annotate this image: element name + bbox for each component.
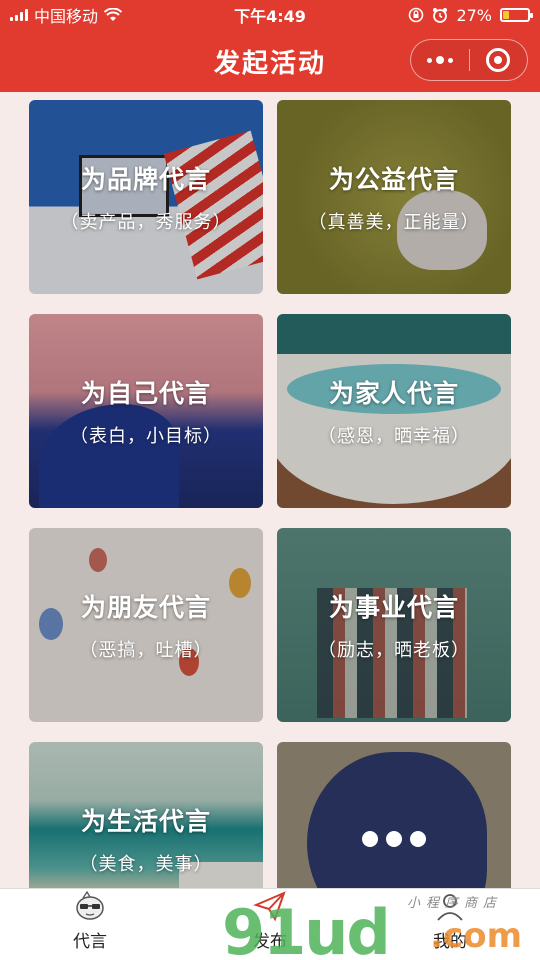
alarm-icon bbox=[433, 8, 448, 23]
mini-program-capsule bbox=[410, 39, 528, 81]
carrier-label: 中国移动 bbox=[34, 7, 99, 26]
battery-icon bbox=[500, 8, 533, 22]
tab-mine[interactable]: 我的 bbox=[360, 889, 540, 960]
card-friend[interactable]: 为朋友代言 （恶搞，吐槽） bbox=[29, 528, 263, 722]
status-left: 中国移动 bbox=[10, 3, 210, 27]
card-title: 为生活代言 bbox=[80, 807, 211, 836]
signal-icon bbox=[10, 9, 28, 21]
card-self[interactable]: 为自己代言 （表白，小目标） bbox=[29, 314, 263, 508]
card-subtitle: （恶搞，吐槽） bbox=[79, 640, 213, 661]
status-bar: 中国移动 下午4:49 27% bbox=[0, 0, 540, 30]
card-title: 为家人代言 bbox=[328, 379, 459, 408]
target-icon bbox=[486, 48, 511, 72]
close-mini-program-button[interactable] bbox=[470, 40, 528, 80]
rotation-lock-icon bbox=[409, 7, 424, 23]
tab-publish[interactable]: 发布 bbox=[180, 889, 360, 960]
card-brand[interactable]: 为品牌代言 （卖产品，秀服务） bbox=[29, 100, 263, 294]
card-subtitle: （表白，小目标） bbox=[70, 426, 222, 447]
card-life[interactable]: 为生活代言 （美食，美事） bbox=[29, 742, 263, 888]
loading-dots-icon bbox=[277, 742, 511, 888]
page-title: 发起活动 bbox=[213, 48, 326, 79]
status-right: 27% bbox=[330, 5, 533, 25]
battery-fill bbox=[503, 11, 510, 19]
more-dots-icon bbox=[426, 56, 453, 64]
card-career[interactable]: 为事业代言 （励志，晒老板） bbox=[277, 528, 511, 722]
tab-label: 代言 bbox=[73, 932, 107, 952]
tab-label: 我的 bbox=[433, 932, 467, 952]
wifi-icon bbox=[104, 8, 123, 21]
card-family[interactable]: 为家人代言 （感恩，晒幸福） bbox=[277, 314, 511, 508]
card-subtitle: （感恩，晒幸福） bbox=[318, 426, 470, 447]
card-subtitle: （卖产品，秀服务） bbox=[60, 212, 232, 233]
card-subtitle: （励志，晒老板） bbox=[318, 640, 470, 661]
tab-bar: 代言 发布 我的 bbox=[0, 888, 540, 960]
more-button[interactable] bbox=[411, 40, 469, 80]
card-title: 为公益代言 bbox=[328, 165, 459, 194]
card-title: 为朋友代言 bbox=[80, 593, 211, 622]
status-time: 下午4:49 bbox=[234, 7, 306, 26]
send-icon bbox=[250, 889, 290, 923]
card-title: 为自己代言 bbox=[80, 379, 211, 408]
battery-percent: 27% bbox=[456, 5, 492, 25]
activity-grid: 为品牌代言 （卖产品，秀服务） 为公益代言 （真善美，正能量） 为自己代言 （表… bbox=[0, 92, 540, 888]
card-subtitle: （真善美，正能量） bbox=[308, 212, 480, 233]
card-title: 为品牌代言 bbox=[80, 165, 211, 194]
card-subtitle: （美食，美事） bbox=[79, 854, 213, 875]
mascot-icon bbox=[70, 889, 110, 923]
tab-label: 发布 bbox=[253, 932, 287, 952]
tab-endorse[interactable]: 代言 bbox=[0, 889, 180, 960]
card-title: 为事业代言 bbox=[328, 593, 459, 622]
nav-bar: 发起活动 bbox=[0, 30, 540, 92]
profile-icon bbox=[430, 889, 470, 923]
card-more[interactable] bbox=[277, 742, 511, 888]
card-charity[interactable]: 为公益代言 （真善美，正能量） bbox=[277, 100, 511, 294]
